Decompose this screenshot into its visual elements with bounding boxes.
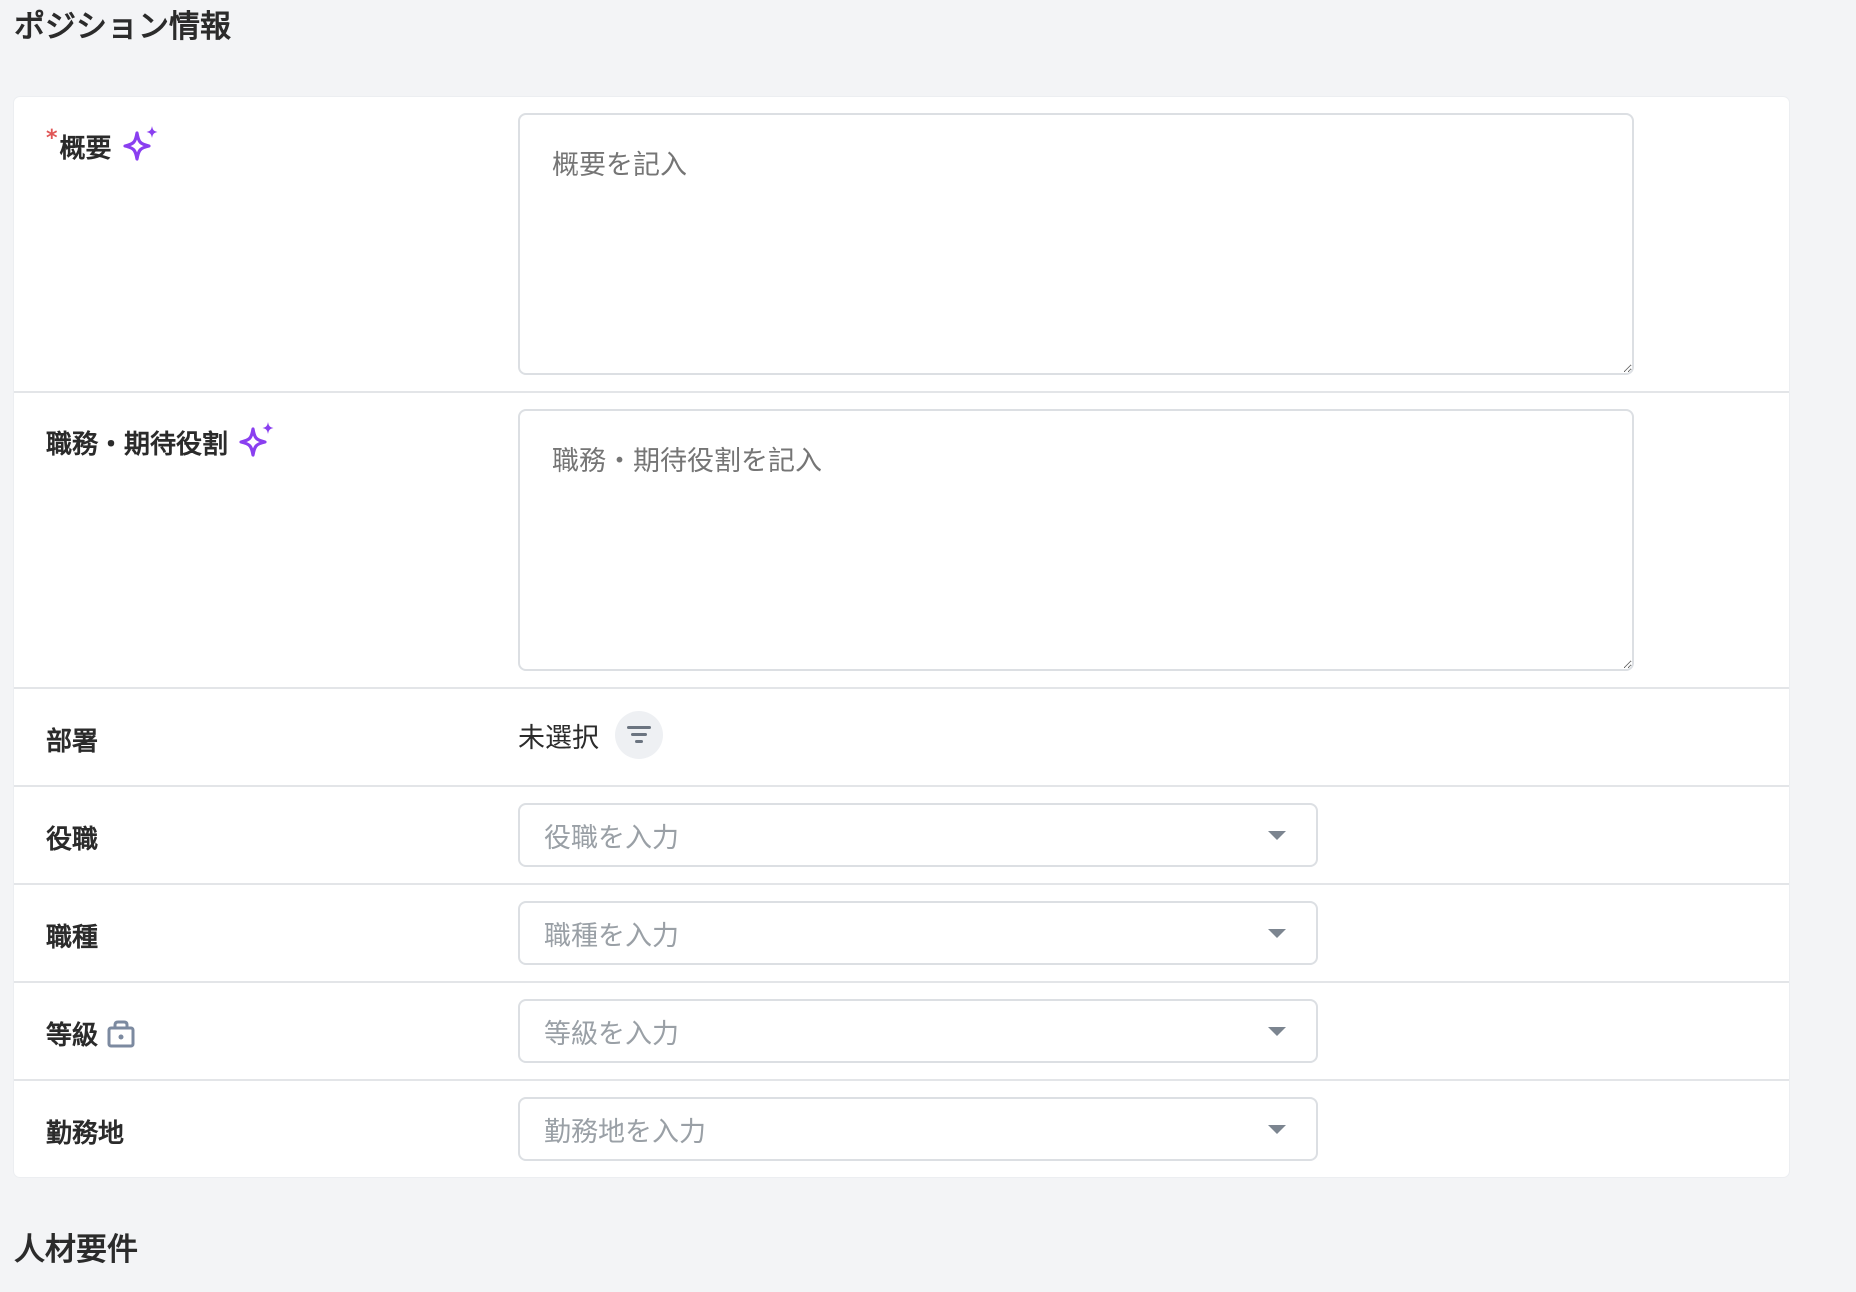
field-label-text: 部署 — [46, 727, 99, 757]
field-row-location: 勤務地 勤務地を入力 — [14, 1081, 1789, 1177]
field-label-grade: 等級 — [46, 1015, 136, 1052]
page: ポジション情報 * 概要 職務・期待役割 — [0, 0, 1856, 1292]
duties-textarea[interactable] — [518, 409, 1634, 671]
department-selector[interactable]: 未選択 — [518, 711, 663, 759]
job-title-select[interactable]: 役職を入力 — [518, 803, 1318, 867]
caret-down-icon — [1268, 1125, 1286, 1134]
field-row-grade: 等級 等級を入力 — [14, 983, 1789, 1081]
field-row-duties: 職務・期待役割 — [14, 393, 1789, 689]
field-row-department: 部署 未選択 — [14, 689, 1789, 787]
section-title-talent: 人材要件 — [14, 1232, 138, 1268]
section-title-position: ポジション情報 — [14, 9, 231, 45]
field-label-location: 勤務地 — [46, 1113, 124, 1150]
field-label-job-title: 役職 — [46, 819, 98, 856]
caret-down-icon — [1268, 929, 1286, 938]
select-placeholder: 職種を入力 — [544, 920, 679, 952]
grade-select[interactable]: 等級を入力 — [518, 999, 1318, 1063]
sparkle-icon[interactable] — [120, 125, 162, 167]
field-row-job-type: 職種 職種を入力 — [14, 885, 1789, 983]
field-row-overview: * 概要 — [14, 97, 1789, 393]
field-label-department: 部署 — [46, 721, 98, 758]
field-label-duties: 職務・期待役割 — [46, 421, 278, 463]
field-label-text: 勤務地 — [46, 1119, 125, 1149]
select-placeholder: 役職を入力 — [544, 822, 679, 854]
overview-textarea[interactable] — [518, 113, 1634, 375]
field-label-overview: * 概要 — [46, 125, 162, 167]
field-label-text: 役職 — [46, 825, 99, 855]
field-row-job-title: 役職 役職を入力 — [14, 787, 1789, 885]
required-mark: * — [46, 125, 58, 151]
field-label-job-type: 職種 — [46, 917, 98, 954]
field-label-text: 概要 — [59, 133, 112, 164]
caret-down-icon — [1268, 1027, 1286, 1036]
caret-down-icon — [1268, 831, 1286, 840]
position-info-card: * 概要 職務・期待役割 — [14, 97, 1789, 1177]
select-placeholder: 勤務地を入力 — [544, 1116, 706, 1148]
lock-icon — [106, 1019, 136, 1049]
location-select[interactable]: 勤務地を入力 — [518, 1097, 1318, 1161]
sparkle-icon[interactable] — [236, 421, 278, 463]
department-value: 未選択 — [518, 722, 599, 754]
field-label-text: 職種 — [46, 923, 99, 953]
field-label-text: 等級 — [46, 1021, 99, 1051]
job-type-select[interactable]: 職種を入力 — [518, 901, 1318, 965]
field-label-text: 職務・期待役割 — [46, 429, 229, 460]
filter-icon[interactable] — [615, 711, 663, 759]
select-placeholder: 等級を入力 — [544, 1018, 679, 1050]
